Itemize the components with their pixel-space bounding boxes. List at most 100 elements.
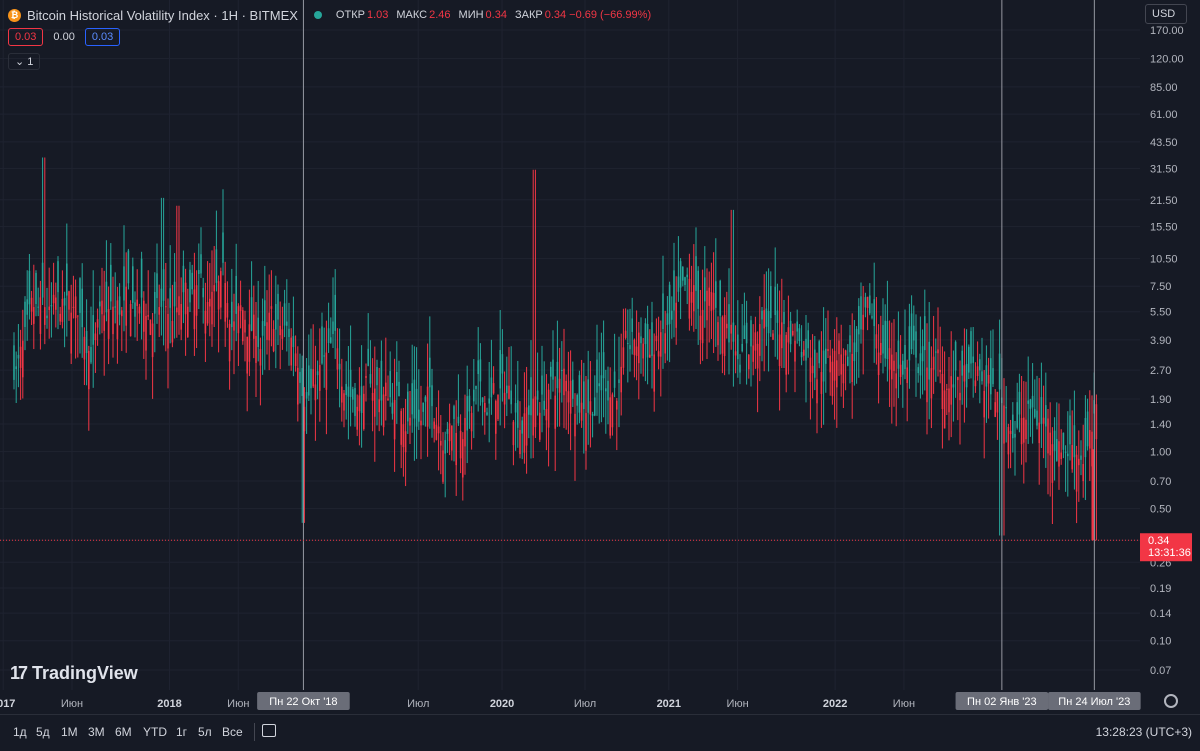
- candle-body: [743, 325, 746, 340]
- candle-body: [814, 349, 816, 378]
- candle-body: [426, 386, 429, 427]
- candle-body: [233, 321, 235, 331]
- timeframe-1d[interactable]: 1д: [13, 725, 27, 739]
- candle-body: [1058, 441, 1060, 467]
- candle-body: [776, 310, 779, 323]
- clock[interactable]: 13:28:23 (UTC+3): [1096, 725, 1192, 739]
- candle-body: [1056, 438, 1058, 461]
- candle-body: [525, 407, 528, 446]
- candle-body: [160, 288, 163, 307]
- settings-icon[interactable]: [1164, 694, 1178, 708]
- candle-body: [77, 315, 79, 317]
- candle-body: [206, 301, 209, 324]
- calendar-icon[interactable]: [262, 724, 276, 737]
- indicator-toggle[interactable]: ⌄ 1: [8, 53, 41, 70]
- bitcoin-icon: ₿: [8, 8, 21, 22]
- y-tick-label: 170.00: [1150, 25, 1184, 37]
- candle-body: [22, 340, 24, 378]
- candle-body: [266, 322, 268, 340]
- y-tick-label: 1.90: [1150, 394, 1171, 406]
- candle-body: [448, 423, 451, 442]
- candle-body: [488, 398, 490, 404]
- candle-body: [820, 372, 823, 394]
- candle-body: [1023, 417, 1025, 443]
- chart-header: ₿ Bitcoin Historical Volatility Index · …: [8, 6, 659, 24]
- candle-body: [39, 297, 42, 334]
- candle-body: [712, 292, 715, 310]
- candle-body: [1036, 410, 1038, 426]
- candle-body: [818, 341, 820, 364]
- timeframe-all[interactable]: Все: [222, 725, 243, 739]
- symbol-title[interactable]: Bitcoin Historical Volatility Index · 1H…: [27, 8, 298, 23]
- currency-select[interactable]: USD: [1145, 4, 1187, 24]
- candle-body: [202, 288, 204, 298]
- candle-body: [822, 350, 825, 382]
- candle-body: [943, 390, 946, 429]
- candle-body: [825, 348, 827, 364]
- candle-body: [299, 371, 301, 383]
- candle-body: [182, 265, 185, 293]
- countdown-label: 13:31:36: [1148, 547, 1191, 559]
- candle-body: [407, 391, 409, 422]
- y-tick-label: 10.50: [1150, 254, 1178, 266]
- candle-body: [275, 304, 277, 330]
- price-chart[interactable]: 170.00120.0085.0061.0043.5031.5021.5015.…: [0, 0, 1200, 750]
- candle-body: [358, 395, 361, 412]
- candle-body: [770, 286, 772, 319]
- candle-body: [756, 343, 759, 369]
- candle-body: [121, 310, 123, 317]
- candle-body: [222, 232, 224, 263]
- candle-body: [789, 320, 792, 345]
- candle-body: [906, 367, 908, 383]
- candle-body: [928, 341, 930, 380]
- candle-body: [156, 273, 158, 299]
- candle-body: [378, 399, 380, 413]
- toolbar-divider: [254, 723, 255, 741]
- y-tick-label: 1.40: [1150, 419, 1171, 431]
- candle-body: [475, 385, 477, 389]
- candle-body: [631, 318, 633, 332]
- candle-body: [959, 392, 961, 401]
- candle-body: [83, 336, 86, 360]
- candle-body: [24, 301, 26, 327]
- candle-body: [70, 312, 72, 354]
- candle-body: [602, 352, 605, 379]
- candle-body: [970, 331, 972, 364]
- candle-body: [59, 313, 61, 322]
- buy-price-box[interactable]: 0.03: [84, 28, 121, 46]
- candle-body: [1012, 414, 1014, 439]
- candle-body: [627, 342, 629, 344]
- candle-body: [457, 416, 460, 424]
- timeframe-5y[interactable]: 5л: [198, 725, 212, 739]
- timeframe-5d[interactable]: 5д: [36, 725, 50, 739]
- candle-body: [239, 305, 242, 311]
- sell-price-box[interactable]: 0.03: [8, 28, 44, 46]
- candle-body: [981, 371, 983, 382]
- candle-body: [248, 324, 251, 362]
- candle-body: [715, 281, 717, 308]
- candle-body: [473, 389, 475, 402]
- candle-body: [365, 375, 367, 378]
- candle-body: [708, 287, 710, 306]
- candle-body: [607, 380, 609, 401]
- timeframe-1m[interactable]: 1М: [61, 725, 78, 739]
- candle-body: [334, 294, 336, 331]
- tradingview-logo: 17 TradingView: [10, 663, 138, 684]
- timeframe-1y[interactable]: 1г: [176, 725, 187, 739]
- candle-body: [415, 388, 418, 427]
- timeframe-6m[interactable]: 6М: [115, 725, 132, 739]
- candle-body: [580, 402, 583, 421]
- candle-body: [671, 310, 673, 320]
- candle-body: [684, 277, 686, 285]
- candle-body: [316, 371, 319, 376]
- candle-body: [145, 315, 147, 351]
- candle-body: [176, 307, 178, 313]
- low-label: МИН: [458, 9, 484, 21]
- timeframe-3m[interactable]: 3М: [88, 725, 105, 739]
- close-value: 0.34 −0.69 (−66.99%): [544, 9, 652, 21]
- candle-body: [132, 266, 134, 303]
- y-tick-label: 0.07: [1150, 665, 1171, 677]
- candle-body: [721, 317, 724, 354]
- timeframe-ytd[interactable]: YTD: [143, 725, 167, 739]
- candle-body: [213, 285, 215, 292]
